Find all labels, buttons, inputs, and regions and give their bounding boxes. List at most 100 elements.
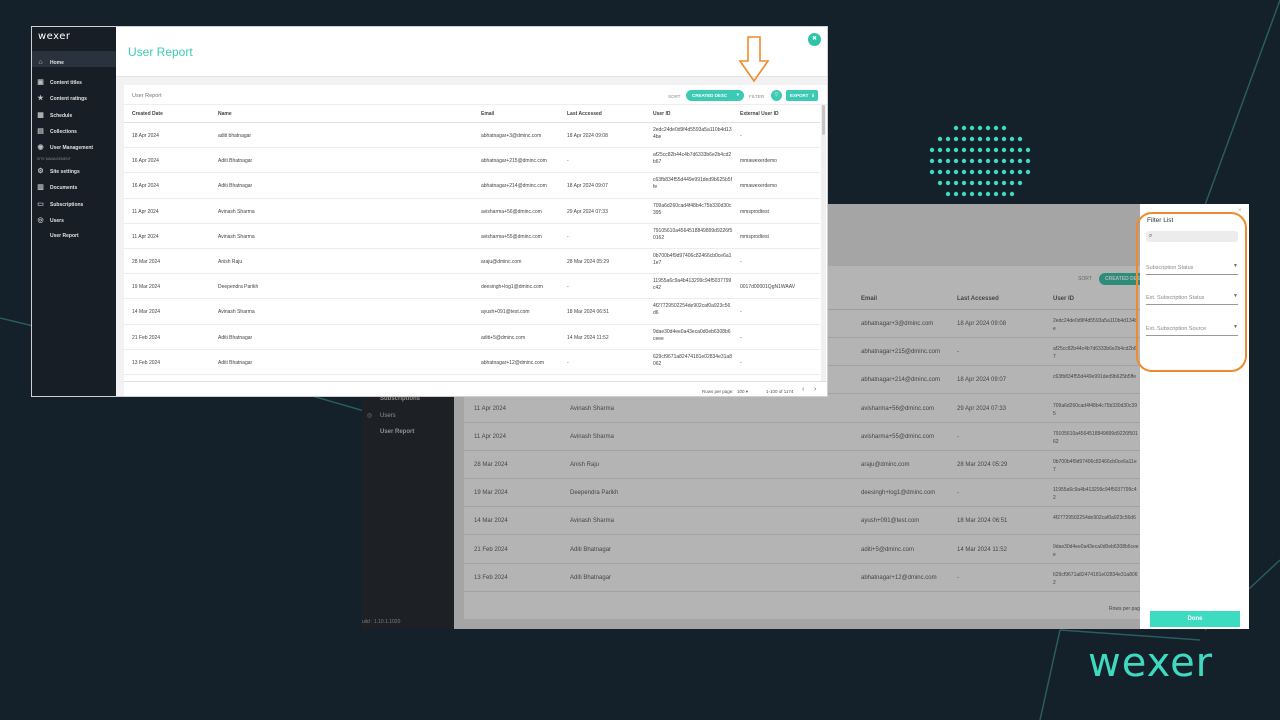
dot — [985, 125, 991, 131]
sidebar-item-subscriptions[interactable]: ▭ Subscriptions — [32, 199, 116, 211]
dot — [969, 169, 975, 175]
filter-icon: ▽ — [774, 92, 779, 98]
dot — [1001, 191, 1007, 197]
dot — [953, 147, 959, 153]
table-cell: aditi bhatnagar — [218, 133, 252, 139]
arrow-down-icon — [738, 36, 770, 83]
dot — [953, 158, 959, 164]
table-cell: Anish Raju — [218, 259, 243, 265]
dot — [953, 169, 959, 175]
sidebar-item-user-report[interactable]: User Report — [32, 230, 116, 242]
table-cell: 9dae30d4ee0a43eca0d0eb6308b6ceee — [653, 328, 731, 342]
sidebar-item-users[interactable]: ◎ Users — [32, 215, 116, 227]
report-card: User Report SORT CREATED DESC ▾ FILTER ▽… — [124, 85, 827, 396]
dot — [961, 169, 967, 175]
sidebar-item-schedule[interactable]: ▦ Schedule — [32, 110, 116, 122]
sidebar-item-content-ratings[interactable]: ★ Content ratings — [32, 93, 116, 105]
dot — [1017, 180, 1023, 186]
table-cell: af25cc82b44c4b7d6333b6e2b4cd2b67 — [653, 152, 732, 166]
sidebar-item-label: Content titles — [50, 80, 82, 86]
sidebar-item-documents[interactable]: ▥ Documents — [32, 182, 116, 194]
sort-value: CREATED DESC — [692, 93, 728, 98]
table-cell: - — [740, 334, 742, 341]
table-cell: mmawexerdemo — [740, 158, 777, 165]
table-cell: 709a6d260cad4f48b4c75b330d30c395 — [653, 202, 732, 216]
dot — [993, 136, 999, 142]
table-cell: mmawexerdemo — [740, 183, 777, 190]
rows-per-page-select[interactable]: 100 ▾ — [737, 389, 748, 395]
sidebar-item-content-titles[interactable]: ▣ Content titles — [32, 77, 116, 89]
table-row[interactable]: 14 Mar 2024 Avinash Sharma ayush+091@test.… — [124, 299, 820, 325]
table-cell: 16 Apr 2024 — [132, 183, 159, 190]
dot — [961, 158, 967, 164]
table-cell: Aditi Bhatnagar — [218, 334, 253, 341]
table-row[interactable]: 28 Mar 2024 Anish Raju araju@dminc.com 28 M… — [124, 249, 820, 275]
table-row[interactable]: 11 Apr 2024 Avinash Sharma avisharma+55@dm… — [124, 224, 820, 249]
sidebar-item-label: Users — [50, 218, 64, 224]
dot — [1001, 125, 1007, 131]
table-row[interactable]: 21 Feb 2024 Aditi Bhatnagar aditi+5@dminc.… — [124, 325, 820, 350]
dot — [937, 147, 943, 153]
table-cell: 0017d00001QgN1WAAV — [740, 284, 796, 291]
dot — [985, 158, 991, 164]
table-row[interactable]: 16 Apr 2024 Aditi Bhatnagar abhatnagar+215… — [124, 148, 820, 174]
scrollbar-thumb[interactable] — [822, 105, 825, 135]
dot — [1025, 169, 1031, 175]
dot — [937, 158, 943, 164]
dot — [1001, 147, 1007, 153]
dot — [961, 191, 967, 197]
dot — [945, 158, 951, 164]
dot — [993, 147, 999, 153]
table-cell: - — [740, 359, 742, 366]
table-scrollbar[interactable] — [821, 105, 826, 381]
sidebar-item-home[interactable]: ⌂ Home — [32, 57, 116, 69]
table-cell: 29 Apr 2024 07:33 — [567, 208, 608, 215]
table-cell: 16 Apr 2024 — [132, 158, 159, 165]
table-cell: mmsprodtest — [740, 233, 769, 240]
dot — [953, 180, 959, 186]
col-created-date: Created Date — [132, 111, 163, 117]
dot — [977, 136, 983, 142]
dot — [1017, 147, 1023, 153]
table-row[interactable]: 13 Feb 2024 Aditi Bhatnagar abhatnagar+12@… — [124, 350, 820, 375]
sort-dropdown[interactable]: CREATED DESC ▾ — [686, 90, 744, 101]
user-icon: ◉ — [37, 144, 44, 151]
table-cell: Aditi Bhatnagar — [218, 359, 253, 366]
done-button[interactable]: Done — [1150, 611, 1240, 627]
table-cell: Deependra Parikh — [218, 284, 259, 291]
dot — [993, 169, 999, 175]
sidebar-item-site-settings[interactable]: ⚙ Site settings — [32, 166, 116, 178]
table-row[interactable]: 19 Mar 2024 Deependra Parikh deesingh+log1… — [124, 274, 820, 300]
table-cell: abhatnagar+215@dminc.com — [481, 158, 547, 165]
table-row[interactable]: 18 Apr 2024 aditi bhatnagar abhatnagar+3@d… — [124, 123, 820, 149]
dot — [1017, 136, 1023, 142]
table-row[interactable]: 11 Apr 2024 Avinash Sharma avisharma+56@dm… — [124, 199, 820, 224]
dot-pattern — [929, 125, 1031, 197]
table-row[interactable]: 16 Apr 2024 Aditi Bhatnagar abhatnagar+214… — [124, 173, 820, 199]
dot — [993, 125, 999, 131]
sidebar-logo: wexer — [38, 31, 71, 42]
dot — [961, 147, 967, 153]
table-cell: avisharma+55@dminc.com — [481, 233, 542, 240]
dot — [1001, 169, 1007, 175]
table-cell: 18 Apr 2024 — [132, 133, 159, 139]
export-button[interactable]: EXPORT ⤓ — [786, 90, 818, 101]
dot — [953, 136, 959, 142]
dot — [945, 136, 951, 142]
table-cell: - — [740, 133, 742, 139]
table-cell: 14 Mar 2024 — [132, 309, 161, 316]
table-cell: - — [740, 309, 742, 316]
next-page-button[interactable]: › — [814, 386, 816, 393]
table-cell: 13 Feb 2024 — [132, 359, 161, 366]
filter-button[interactable]: ▽ — [771, 90, 782, 101]
table-cell: 629cf9671a82474181e02834e31a8062 — [653, 353, 732, 367]
card-icon: ▭ — [37, 201, 44, 208]
table-cell: 11 Apr 2024 — [132, 233, 159, 240]
prev-page-button[interactable]: ‹ — [802, 386, 804, 393]
table-cell: 4f27729502254de902caf0a923c56d6 — [653, 303, 731, 317]
dot — [1001, 180, 1007, 186]
sidebar-item-collections[interactable]: ▤ Collections — [32, 126, 116, 138]
sidebar-item-user-management[interactable]: ◉ User Management — [32, 142, 116, 154]
close-button[interactable]: ✖ — [808, 33, 821, 46]
dot — [1009, 147, 1015, 153]
